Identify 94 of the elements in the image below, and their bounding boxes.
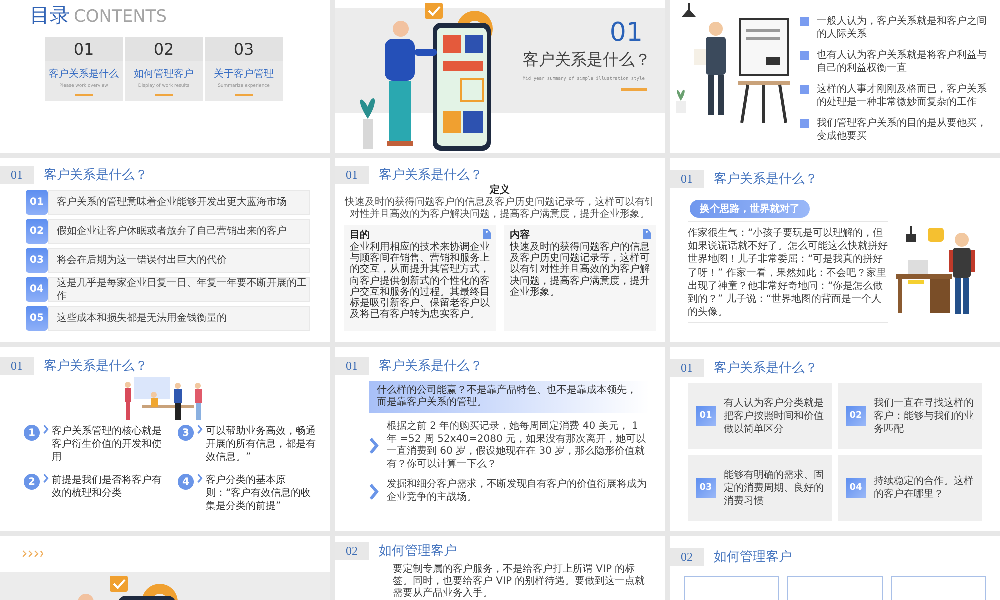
bullet-text: 我们管理客户关系的目的是从要他买，变成他要买 bbox=[817, 117, 987, 143]
item-number: 2 bbox=[24, 474, 40, 490]
bullet-text: 也有人认为客户关系就是将客户利益与自己的利益权衡一直 bbox=[817, 49, 987, 75]
item-label: 客户关系是什么 bbox=[49, 68, 119, 81]
item-text: 有人认为客户分类就是把客户按照时间和价值做以简单区分 bbox=[724, 396, 824, 436]
contents-title: 目录 bbox=[30, 2, 70, 29]
section-number: 01 bbox=[0, 166, 34, 184]
banner-text: 什么样的公司能赢？不是靠产品特色、也不是靠成本领先，而是靠客户关系的管理。 bbox=[377, 385, 638, 409]
point-text: 发掘和细分客户需求，不断发现自有客户的价值衍展将成为企业竞争的主战场。 bbox=[387, 479, 648, 504]
item-number: 3 bbox=[178, 425, 194, 441]
accent-bar bbox=[155, 94, 173, 96]
item-number: 01 bbox=[26, 190, 48, 215]
bullet-icon bbox=[800, 119, 809, 128]
item-label: 如何管理客户 bbox=[134, 68, 194, 81]
slide-thumbnail[interactable]: 02 如何管理客户 bbox=[670, 536, 1000, 600]
slide-title: 客户关系是什么？ bbox=[44, 166, 148, 184]
slide-thumbnail[interactable]: 02 如何管理客户 要定制专属的客户服务，不是给客户打上所谓 VIP 的标签。同时，也要给客户 VIP 的别样待遇。要做到这一点就需要从产品业务入手。 bbox=[335, 536, 665, 600]
item-number: 01 bbox=[45, 37, 123, 61]
story-text: 作家很生气：“小孩子要玩是可以理解的，但如果说谎话就不好了。怎么可能这么快就拼好世界地图！儿子非常委屈：“可是我真的拼好了呀！” 作家一看，果然如此：不会吧？家里出现了神童？他非常好奇地问：“你是怎么做到的？” 儿子说：“世界地图的背面是一个人的头像。 bbox=[688, 227, 888, 320]
section-number: 02 bbox=[335, 542, 369, 560]
tag-icon bbox=[482, 228, 492, 240]
chevron-icon bbox=[369, 438, 379, 454]
item-text: 可以帮助业务高效，畅通开展的所有信息，都是有效信息。” bbox=[206, 425, 317, 464]
item-text: 客户关系管理的核心就是客户衍生价值的开发和使用 bbox=[52, 425, 163, 464]
chevron-icon bbox=[43, 425, 49, 434]
bullet-icon bbox=[800, 17, 809, 26]
item-number: 02 bbox=[846, 406, 866, 426]
intro-text: 要定制专属的客户服务，不是给客户打上所谓 VIP 的标签。同时，也要给客户 VIP 的别样待遇。要做到这一点就需要从产品业务入手。 bbox=[393, 564, 646, 600]
bullet-text: 这样的人事才刚刚及格而已，客户关系的处理是一种非常微妙而复杂的工作 bbox=[817, 83, 987, 109]
bullet-text: 一般人认为，客户关系就是和客户之间的人际关系 bbox=[817, 15, 987, 41]
item-text: 将会在后期为这一错误付出巨大的代价 bbox=[57, 254, 227, 267]
definition-text: 快速及时的获得问题客户的信息及客户历史问题记录等，这样可以有针对性并且高效的为客户解决问题，提高客户满意度，提升企业形象。 bbox=[345, 197, 655, 221]
item-text: 假如企业让客户休眠或者放弃了自己营销出来的客户 bbox=[57, 225, 287, 238]
section-number: 02 bbox=[670, 548, 704, 566]
item-text: 客户分类的基本原则：“客户有效信息的收集是分类的前提” bbox=[206, 474, 312, 513]
section-number: 01 bbox=[610, 18, 643, 48]
item-text: 客户关系的管理意味着企业能够开发出更大蓝海市场 bbox=[57, 196, 287, 209]
accent-bar bbox=[621, 88, 647, 91]
tag-icon bbox=[642, 228, 652, 240]
slide-thumbnail[interactable]: 01 客户关系是什么？ 01 客户关系的管理意味着企业能够开发出更大蓝海市场 02 假如企业让客户休眠或者放弃了自己营销出来的客户 03 将会在后期为这一错误付出巨大的代价 04 这是几乎是每家企业日复一日、年复一年要不断开展的工作 05 这些成本和损失都是无法用金钱衡量的 bbox=[0, 158, 330, 342]
bullet-icon bbox=[800, 85, 809, 94]
item-number: 4 bbox=[178, 474, 194, 490]
chevron-icon bbox=[369, 484, 379, 500]
section-number: 01 bbox=[335, 357, 369, 375]
card-title: 内容 bbox=[510, 229, 531, 242]
item-text: 持续稳定的合作。这样的客户在哪里？ bbox=[874, 475, 974, 501]
accent-bar bbox=[235, 94, 253, 96]
item-text: 我们一直在寻找这样的客户：能够与我们的业务匹配 bbox=[874, 396, 974, 436]
item-number: 03 bbox=[205, 37, 283, 61]
item-text: 前提是我们是否将客户有效的梳理和分类 bbox=[52, 474, 163, 500]
chevron-icon bbox=[197, 474, 203, 483]
slide-thumbnail[interactable]: 01 客户关系是什么？ 换个思路，世界就对了 作家很生气：“小孩子要玩是可以理解的，但如果说谎话就不好了。怎么可能这么快就拼好世界地图！儿子非常委屈：“可是我真的拼好了呀！” 作家一看，果然如此：不会吧？家里出现了神童？他非常好奇地问：“你是怎么做到的？” 儿子说：“世界地图的背面是一个人的头像。 bbox=[670, 158, 1000, 342]
item-text: 这些成本和损失都是无法用金钱衡量的 bbox=[57, 312, 227, 325]
slide-thumbnail[interactable]: 01 客户关系是什么？ 什么样的公司能赢？不是靠产品特色、也不是靠成本领先，而是靠客户关系的管理。 根据之前 2 年的购买记录，她每周固定消费 40 美元， 1 年 =52 周 52x40=2080 元，如果没有那次离开，她可以一直消费到 60 岁，假设她现在在 30 岁，那么隐形价值就有？你可以计算一下么？ 发掘和细分客户需求，不断发现自有客户的价值衍展将成为企业竞争的主战场。 bbox=[335, 347, 665, 531]
slide-title: 客户关系是什么？ bbox=[379, 357, 483, 375]
item-label: 关于客户管理 bbox=[214, 68, 274, 81]
card-text: 企业利用相应的技术来协调企业与顾客间在销售、营销和服务上的交互，从而提升其管理方式，向客户提供创新式的个性化的客户交互和服务的过程。其最终目标是吸引新客户、保留老客户以及将已有客户转为忠实客户。 bbox=[350, 242, 490, 320]
item-number: 04 bbox=[26, 277, 48, 302]
slide-thumbnail[interactable] bbox=[335, 158, 665, 342]
item-text: 这是几乎是每家企业日复一日、年复一年要不断开展的工作 bbox=[57, 276, 308, 302]
slide-thumbnail[interactable]: 01 客户关系是什么？ 1 客户关系管理的核心就是客户衍生价值的开发和使用 3 可以帮助业务高效，畅通开展的所有信息，都是有效信息。” 2 前提是我们是否将客户有效的梳理和分类 4 客户分类的基本原则：“客户有效信息的收集是分类的前提” bbox=[0, 347, 330, 531]
slide-title: 客户关系是什么？ bbox=[44, 357, 148, 375]
section-number: 01 bbox=[0, 357, 34, 375]
section-number: 01 bbox=[670, 170, 704, 188]
slide-title: 客户关系是什么？ bbox=[379, 166, 483, 184]
slide-title: 如何管理客户 bbox=[379, 542, 457, 560]
item-number: 05 bbox=[26, 306, 48, 331]
definition-heading: 定义 bbox=[490, 184, 510, 196]
slide-title: 客户关系是什么？ bbox=[714, 359, 818, 377]
item-number: 02 bbox=[125, 37, 203, 61]
card-text: 快速及时的获得问题客户的信息及客户历史问题记录等，这样可以有针对性并且高效的为客户解决问题，提高客户满意度，提升企业形象。 bbox=[510, 242, 650, 298]
slide-title: 客户关系是什么？ bbox=[714, 170, 818, 188]
item-number: 1 bbox=[24, 425, 40, 441]
slide-thumbnail[interactable]: 01 客户关系是什么？ 01 有人认为客户分类就是把客户按照时间和价值做以简单区分 02 我们一直在寻找这样的客户：能够与我们的业务匹配 03 能够有明确的需求、固定的消费周期、良好的消费习惯 04 持续稳定的合作。这样的客户在哪里？ bbox=[670, 347, 1000, 531]
chevrons-icon bbox=[22, 550, 44, 558]
point-text: 根据之前 2 年的购买记录，她每周固定消费 40 美元， 1 年 =52 周 52x40=2080 元，如果没有那次离开，她可以一直消费到 60 岁，假设她现在在 30 岁，那么隐形价值就有？你可以计算一下么？ bbox=[387, 421, 648, 471]
section-title: 客户关系是什么？ bbox=[523, 50, 652, 71]
slide-thumbnail[interactable]: 一般人认为，客户关系就是和客户之间的人际关系 也有人认为客户关系就是将客户利益与自己的利益权衡一直 这样的人事才刚刚及格而已，客户关系的处理是一种非常微妙而复杂的工作 我们管理客户关系的目的是从要他买，变成他要买 bbox=[670, 0, 1000, 153]
chevron-icon bbox=[43, 474, 49, 483]
bullet-icon bbox=[800, 51, 809, 60]
contents-subtitle: CONTENTS bbox=[74, 7, 167, 27]
section-number: 01 bbox=[335, 166, 369, 184]
item-number: 03 bbox=[26, 248, 48, 273]
item-number: 02 bbox=[26, 219, 48, 244]
item-number: 04 bbox=[846, 478, 866, 498]
item-number: 01 bbox=[696, 406, 716, 426]
item-text: 能够有明确的需求、固定的消费周期、良好的消费习惯 bbox=[724, 468, 824, 508]
item-number: 03 bbox=[696, 478, 716, 498]
accent-bar bbox=[75, 94, 93, 96]
card-title: 目的 bbox=[350, 229, 371, 242]
section-number: 01 bbox=[670, 359, 704, 377]
chevron-icon bbox=[197, 425, 203, 434]
slide-title: 如何管理客户 bbox=[714, 548, 792, 566]
tagline: 换个思路，世界就对了 bbox=[690, 200, 810, 218]
